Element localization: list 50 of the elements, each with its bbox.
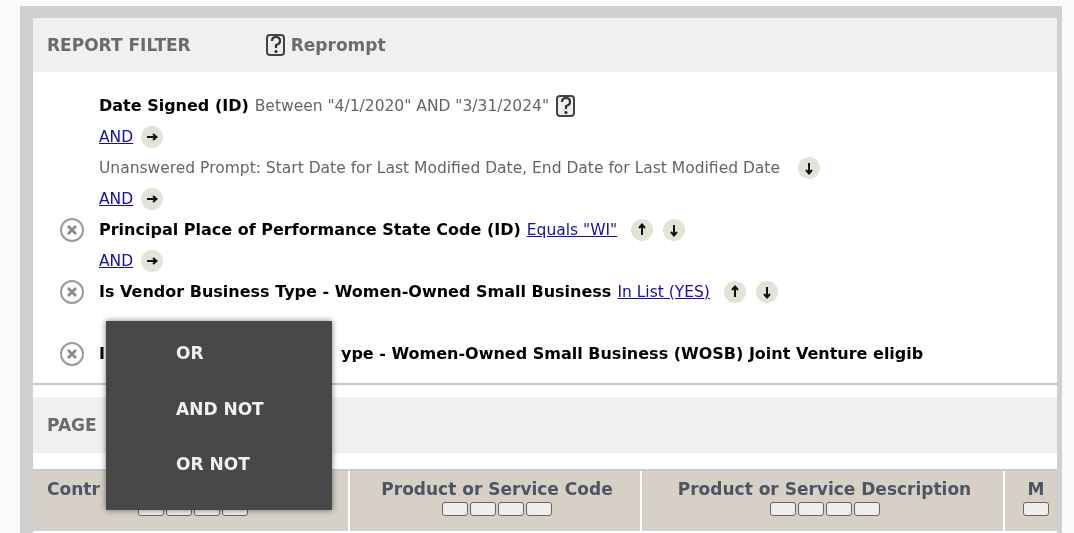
menu-item[interactable]: AND NOT (106, 398, 332, 455)
sort-button[interactable] (470, 502, 496, 516)
add-condition-button[interactable] (141, 187, 164, 210)
sort-button[interactable] (526, 502, 552, 516)
remove-button[interactable] (60, 279, 84, 304)
column-title: Product or Service Code (381, 479, 613, 499)
column-header[interactable]: Product or Service Code (350, 471, 642, 531)
help-icon[interactable] (555, 92, 578, 119)
filter-name: Is Vendor Business Type - Women-Owned Small Business (99, 282, 612, 301)
column-title: M (1027, 479, 1045, 499)
move-down-button[interactable] (755, 280, 778, 303)
section-title: PAGE (47, 415, 97, 435)
close-icon (66, 223, 78, 236)
move-up-button[interactable] (631, 218, 654, 241)
add-condition-button[interactable] (141, 125, 164, 148)
column-header[interactable]: Product or Service Description (642, 471, 1005, 531)
menu-item[interactable]: OR NOT (106, 454, 332, 510)
and-link[interactable]: AND (99, 251, 134, 270)
sort-button[interactable] (1023, 502, 1049, 516)
filter-name: Date Signed (ID) (99, 96, 249, 115)
move-down-button[interactable] (663, 218, 686, 241)
section-title: REPORT FILTER (47, 35, 191, 55)
close-icon (66, 347, 78, 360)
filter-condition: Between "4/1/2020" AND "3/31/2024" (254, 96, 550, 115)
sort-button[interactable] (498, 502, 524, 516)
menu-item[interactable]: OR (106, 343, 332, 399)
sort-button[interactable] (825, 502, 852, 516)
unanswered-prompt: Unanswered Prompt: Start Date for Last Modified Date, End Date for Last Modified Date (99, 158, 780, 177)
filter-condition-link[interactable]: Equals "WI" (526, 220, 618, 239)
close-icon (66, 285, 78, 298)
sort-button[interactable] (797, 502, 824, 516)
and-link[interactable]: AND (99, 189, 134, 208)
move-down-button[interactable] (798, 156, 820, 179)
remove-button[interactable] (60, 217, 84, 242)
filter-name: ype - Women-Owned Small Business (WOSB) Joint Venture eligib (340, 344, 924, 363)
sort-button[interactable] (769, 502, 796, 516)
remove-button[interactable] (60, 341, 84, 366)
filter-condition-link[interactable]: In List (YES) (617, 282, 710, 301)
column-title: Product or Service Description (677, 479, 972, 499)
filter-name: I (99, 344, 105, 363)
filter-name: Principal Place of Performance State Code (ID) (99, 220, 521, 239)
help-icon[interactable] (264, 32, 287, 58)
and-link[interactable]: AND (99, 127, 134, 146)
sort-button[interactable] (442, 502, 468, 516)
add-condition-button[interactable] (141, 249, 164, 272)
column-title: Contr (47, 479, 100, 499)
reprompt-link[interactable]: Reprompt (264, 32, 386, 58)
column-header[interactable]: M (1005, 471, 1057, 531)
sort-button[interactable] (853, 502, 880, 516)
move-up-button[interactable] (723, 280, 746, 303)
